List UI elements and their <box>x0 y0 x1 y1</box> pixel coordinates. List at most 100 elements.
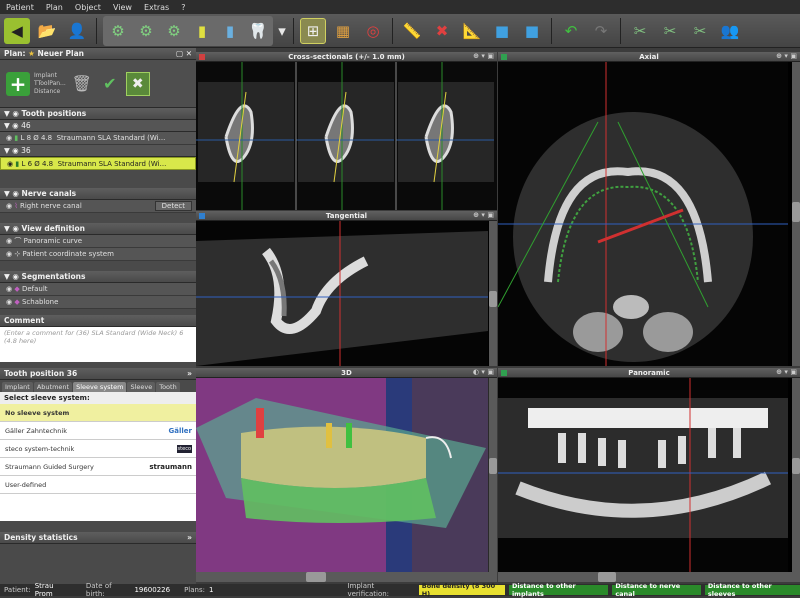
tab-implant[interactable]: Implant <box>2 382 33 392</box>
menu-object[interactable]: Object <box>75 3 101 12</box>
sleeve-item[interactable]: User-defined <box>0 476 196 494</box>
open-folder-icon[interactable]: 📂 <box>34 18 60 44</box>
seg-icon: ◆ <box>14 285 20 293</box>
comment-header: Comment <box>0 315 196 327</box>
implant-tool-3-icon[interactable]: ⚙ <box>161 18 187 44</box>
menu-help[interactable]: ? <box>181 3 185 12</box>
implant-length: L 8 <box>20 134 32 142</box>
segmentations-header[interactable]: ▼ ◉ Segmentations <box>0 271 196 283</box>
nerve-row[interactable]: ◉ ⌇ Right nerve canal Detect <box>0 200 196 213</box>
tooth-tool-icon[interactable]: 🦷 <box>245 18 271 44</box>
sleeve-item[interactable]: No sleeve system <box>0 404 196 422</box>
spacer <box>0 170 196 188</box>
menu-extras[interactable]: Extras <box>144 3 169 12</box>
main-toolbar: ◀ 📂 👤 ⚙ ⚙ ⚙ ▮ ▮ 🦷 ▾ ⊞ ▦ ◎ 📏 ✖ 📐 ■ ■ ↶ ↷ … <box>0 14 800 48</box>
panel-close-icon[interactable]: ▢ ✕ <box>176 49 192 58</box>
plan-sub-item[interactable]: Implant <box>34 72 66 79</box>
bone-density-badge[interactable]: Bone density (8 300 H) <box>418 582 505 598</box>
viewport-controls-icon[interactable]: ⊕ ▾ ▣ <box>473 211 494 219</box>
sleeve-item[interactable]: Straumann Guided Surgery straumann <box>0 458 196 476</box>
three-d-hscrollbar[interactable] <box>196 572 497 582</box>
measure-tool-icon[interactable]: 📐 <box>459 18 485 44</box>
nerve-distance-badge[interactable]: Distance to nerve canal <box>612 582 701 598</box>
cut-3-icon[interactable]: ✂ <box>687 18 713 44</box>
three-d-viewport[interactable]: 3D ◐ ▾ ▣ <box>196 368 497 572</box>
menu-view[interactable]: View <box>113 3 132 12</box>
patient-icon[interactable]: 👤 <box>64 18 90 44</box>
viewport-title: Panoramic <box>628 368 670 377</box>
dropdown-arrow-icon[interactable]: ▾ <box>277 18 287 44</box>
density-header[interactable]: Density statistics » <box>0 532 196 544</box>
plan-sub-list: Implant TToolPan... Distance <box>34 72 66 95</box>
cube-settings-icon[interactable]: ■ <box>519 18 545 44</box>
seg-label: Schablone <box>21 298 59 306</box>
plan-name[interactable]: Neuer Plan <box>37 49 84 58</box>
redo-icon[interactable]: ↷ <box>588 18 614 44</box>
cube-icon[interactable]: ■ <box>489 18 515 44</box>
menu-plan[interactable]: Plan <box>46 3 63 12</box>
implant-tool-1-icon[interactable]: ⚙ <box>105 18 131 44</box>
sleeve-tool-2-icon[interactable]: ▮ <box>217 18 243 44</box>
add-plus-icon[interactable]: + <box>6 71 30 96</box>
tooth-36-header[interactable]: ▼ ◉ 36 <box>0 145 196 157</box>
seg-icon: ◆ <box>14 298 20 306</box>
panoramic-hscrollbar[interactable] <box>498 572 800 582</box>
axial-scrollbar[interactable] <box>792 62 800 366</box>
collapse-icon[interactable]: » <box>187 369 192 378</box>
planning-view-icon[interactable]: ⊞ <box>300 17 326 44</box>
panoramic-scrollbar[interactable] <box>792 378 800 572</box>
nerve-canals-header[interactable]: ▼ ◉ Nerve canals <box>0 188 196 200</box>
coords-icon: ⊹ <box>14 250 21 258</box>
comment-input[interactable]: (Enter a comment for (36) SLA Standard (… <box>0 327 196 362</box>
tab-sleeve-system[interactable]: Sleeve system <box>73 382 127 392</box>
users-icon[interactable]: 👥 <box>717 18 743 44</box>
tab-sleeve[interactable]: Sleeve <box>127 382 156 392</box>
check-icon[interactable]: ✔ <box>98 72 122 96</box>
seg-row[interactable]: ◉ ◆ Schablone <box>0 296 196 309</box>
undo-icon[interactable]: ↶ <box>558 18 584 44</box>
compass-icon[interactable]: ◎ <box>360 18 386 44</box>
view-row[interactable]: ◉ ⌒ Panoramic curve <box>0 235 196 248</box>
trash-icon[interactable]: 🗑 <box>70 72 94 96</box>
collapse-icon[interactable]: » <box>187 533 192 542</box>
view-row[interactable]: ◉ ⊹ Patient coordinate system <box>0 248 196 261</box>
tooth-positions-header[interactable]: ▼ ◉ Tooth positions <box>0 108 196 120</box>
axial-viewport[interactable]: Axial ⊕ ▾ ▣ <box>497 52 800 366</box>
delete-measure-icon[interactable]: ✖ <box>429 18 455 44</box>
cut-icon[interactable]: ✂ <box>627 18 653 44</box>
implant-tool-2-icon[interactable]: ⚙ <box>133 18 159 44</box>
grid-view-icon[interactable]: ▦ <box>330 18 356 44</box>
plan-sub-item[interactable]: TToolPan... <box>34 80 66 87</box>
viewport-color-icon <box>199 54 205 60</box>
plan-sub-item[interactable]: Distance <box>34 88 66 95</box>
three-d-image <box>196 378 488 572</box>
implant-distance-badge[interactable]: Distance to other implants <box>508 582 609 598</box>
sleeve-distance-badge[interactable]: Distance to other sleeves <box>704 582 800 598</box>
sleeve-item[interactable]: steco system-technik steco <box>0 440 196 458</box>
cross-sectional-viewport[interactable]: Cross-sectionals (+/- 1.0 mm) ⊕ ▾ ▣ <box>196 52 497 210</box>
cut-2-icon[interactable]: ✂ <box>657 18 683 44</box>
tangential-scrollbar[interactable] <box>489 221 497 366</box>
viewport-controls-icon[interactable]: ⊕ ▾ ▣ <box>473 52 494 60</box>
tangential-viewport[interactable]: Tangential ⊕ ▾ ▣ <box>196 211 497 366</box>
detect-button[interactable]: Detect <box>154 201 192 211</box>
viewport-controls-icon[interactable]: ◐ ▾ ▣ <box>473 368 494 376</box>
tooth-36-row[interactable]: ◉ ▮ L 6 Ø 4.8 Straumann SLA Standard (Wi… <box>0 157 196 170</box>
back-arrow-icon[interactable]: ◀ <box>4 17 30 44</box>
tooth-46-header[interactable]: ▼ ◉ 46 <box>0 120 196 132</box>
view-definition-header[interactable]: ▼ ◉ View definition <box>0 223 196 235</box>
implant-icon: ▮ <box>14 134 19 142</box>
tab-abutment[interactable]: Abutment <box>33 382 73 392</box>
seg-row[interactable]: ◉ ◆ Default <box>0 283 196 296</box>
crossed-tools-icon[interactable]: ✖ <box>125 71 150 96</box>
menu-patient[interactable]: Patient <box>6 3 34 12</box>
sleeve-tool-icon[interactable]: ▮ <box>189 18 215 44</box>
viewport-controls-icon[interactable]: ⊕ ▾ ▣ <box>776 52 797 60</box>
panoramic-viewport[interactable]: Panoramic ⊕ ▾ ▣ <box>498 368 800 572</box>
tooth-46-row[interactable]: ◉ ▮ L 8 Ø 4.8 Straumann SLA Standard (Wi… <box>0 132 196 145</box>
measure-icon[interactable]: 📏 <box>399 18 425 44</box>
tab-tooth[interactable]: Tooth <box>156 382 180 392</box>
sleeve-item[interactable]: Gäller Zahntechnik Gäller <box>0 422 196 440</box>
viewport-controls-icon[interactable]: ⊕ ▾ ▣ <box>776 368 797 376</box>
three-d-scrollbar[interactable] <box>489 378 497 572</box>
